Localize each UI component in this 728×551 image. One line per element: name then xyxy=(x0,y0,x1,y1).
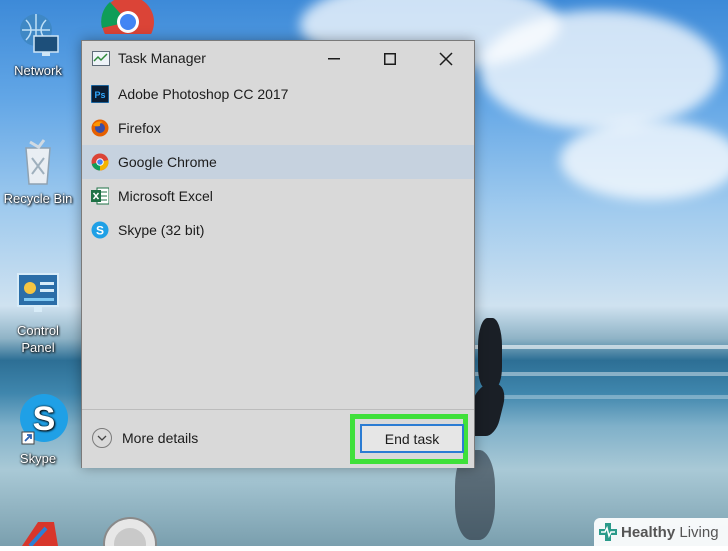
watermark-text: Healthy Living xyxy=(621,524,719,541)
healthy-living-watermark: Healthy Living xyxy=(594,518,728,546)
desktop-icon-label: Recycle Bin xyxy=(3,191,73,206)
svg-text:Ps: Ps xyxy=(94,90,105,100)
wave xyxy=(470,372,728,376)
desktop-icon-recycle-bin[interactable]: Recycle Bin xyxy=(0,138,76,207)
cloud xyxy=(560,120,728,200)
window-title: Task Manager xyxy=(118,50,206,66)
cloud xyxy=(480,10,720,130)
svg-text:S: S xyxy=(96,224,104,238)
more-details-label: More details xyxy=(122,430,199,446)
process-name: Skype (32 bit) xyxy=(118,222,205,238)
medical-cross-icon xyxy=(598,522,618,542)
minimize-button[interactable] xyxy=(306,41,362,77)
skype-icon: S xyxy=(91,221,109,239)
app-desktop-icon[interactable] xyxy=(100,514,160,551)
process-name: Google Chrome xyxy=(118,154,217,170)
watermark-light: Living xyxy=(675,523,719,541)
watermark-bold: Healthy xyxy=(621,523,676,541)
process-name: Microsoft Excel xyxy=(118,188,213,204)
network-icon xyxy=(14,10,62,58)
process-list[interactable]: Ps Adobe Photoshop CC 2017 Firefox Googl… xyxy=(82,77,474,407)
desktop-icon-control-panel[interactable]: Control Panel xyxy=(0,270,76,356)
process-row-excel[interactable]: Microsoft Excel xyxy=(82,179,474,213)
chrome-desktop-icon[interactable] xyxy=(100,0,156,48)
wave xyxy=(470,395,728,399)
desktop-icon-skype[interactable]: S Skype xyxy=(0,392,76,467)
svg-text:S: S xyxy=(33,400,56,438)
task-manager-icon xyxy=(92,51,110,66)
end-task-button[interactable]: End task xyxy=(360,424,464,453)
maximize-icon xyxy=(384,53,396,65)
skype-shortcut-icon: S xyxy=(14,392,68,445)
excel-icon xyxy=(91,187,110,205)
minimize-icon xyxy=(328,58,340,60)
desktop-icon-label: Skype xyxy=(19,451,57,466)
control-panel-icon xyxy=(14,270,62,318)
process-row-chrome[interactable]: Google Chrome xyxy=(82,145,474,179)
runner-silhouette xyxy=(478,318,502,388)
desktop-icon-network[interactable]: Network xyxy=(0,10,76,79)
process-row-photoshop[interactable]: Ps Adobe Photoshop CC 2017 xyxy=(82,77,474,111)
chevron-down-icon xyxy=(92,428,112,448)
process-name: Adobe Photoshop CC 2017 xyxy=(118,86,289,102)
task-manager-footer: More details End task xyxy=(82,409,474,468)
process-row-skype[interactable]: S Skype (32 bit) xyxy=(82,213,474,247)
task-manager-window[interactable]: Task Manager Ps Adobe Photoshop CC 2017 xyxy=(81,40,475,468)
maximize-button[interactable] xyxy=(362,41,418,77)
firefox-icon xyxy=(91,119,109,137)
photoshop-icon: Ps xyxy=(90,84,110,104)
recycle-bin-icon xyxy=(14,138,62,186)
more-details-toggle[interactable]: More details xyxy=(92,428,198,448)
close-icon xyxy=(439,52,453,66)
desktop-icon-label: Network xyxy=(14,63,62,78)
chrome-icon xyxy=(91,153,109,171)
process-name: Firefox xyxy=(118,120,161,136)
desktop-icon-label: Control Panel xyxy=(17,323,59,355)
adobe-desktop-icon[interactable] xyxy=(18,518,68,548)
title-bar[interactable]: Task Manager xyxy=(82,41,474,77)
close-button[interactable] xyxy=(418,41,474,77)
process-row-firefox[interactable]: Firefox xyxy=(82,111,474,145)
wave xyxy=(470,345,728,349)
